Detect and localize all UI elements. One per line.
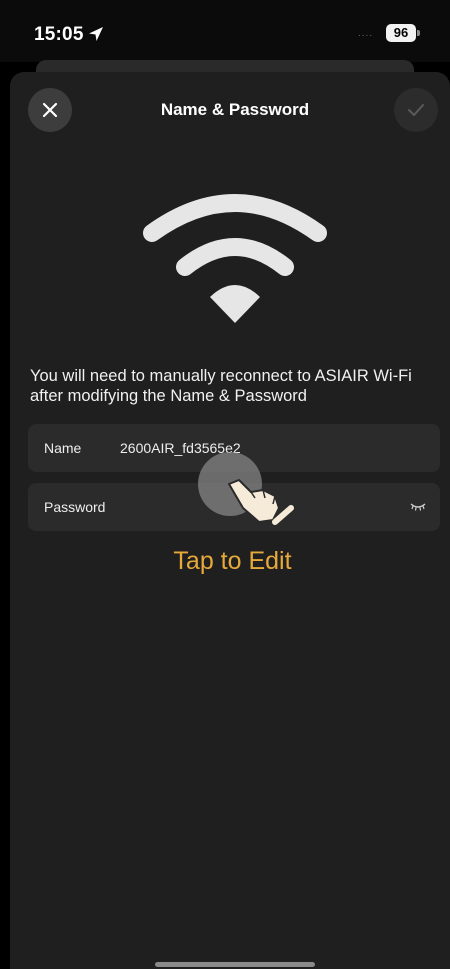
signal-dots: ....: [358, 28, 374, 39]
pointing-hand-icon: [228, 479, 294, 525]
sheet-title: Name & Password: [160, 100, 310, 119]
close-icon: [42, 102, 58, 118]
battery-tip: [417, 30, 420, 36]
status-bar: 15:05 .... 96: [0, 0, 450, 62]
name-label: Name: [44, 440, 82, 456]
location-arrow-icon: [89, 27, 103, 41]
reconnect-notice: You will need to manually reconnect to A…: [30, 367, 412, 405]
tap-to-edit-hint: Tap to Edit: [173, 547, 292, 575]
password-label: Password: [44, 499, 106, 515]
battery-level: 96: [386, 24, 416, 42]
confirm-button[interactable]: [394, 88, 438, 132]
eye-closed-icon[interactable]: [410, 500, 426, 512]
checkmark-icon: [408, 104, 424, 116]
close-button[interactable]: [28, 88, 72, 132]
home-indicator: [155, 962, 315, 967]
status-time: 15:05: [34, 24, 84, 45]
wifi-icon: [143, 194, 327, 323]
